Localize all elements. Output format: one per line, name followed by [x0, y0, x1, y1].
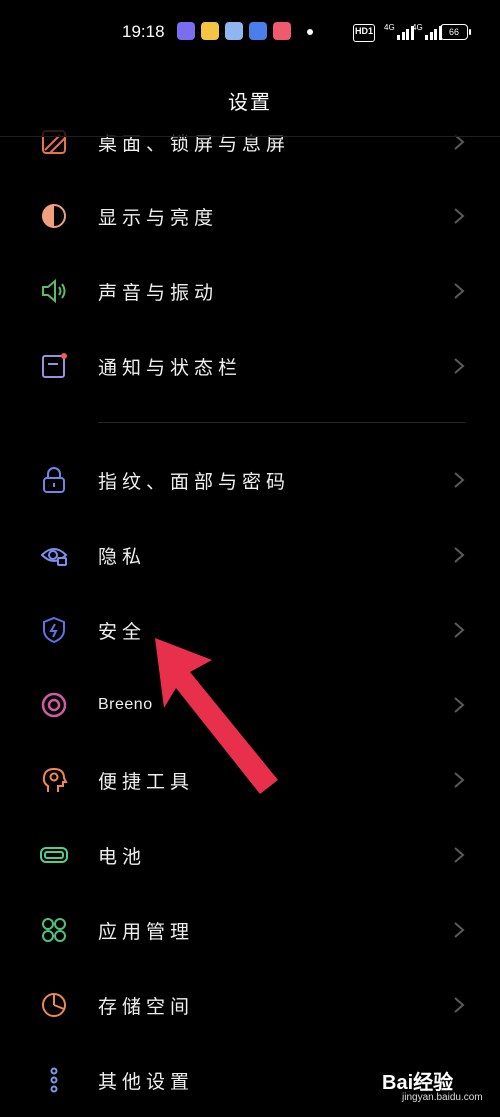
- baidu-jingyan-watermark: Bai经验 jingyan.baidu.com: [382, 1064, 500, 1108]
- chevron-right-icon: [454, 547, 465, 563]
- chevron-right-icon: [454, 472, 465, 488]
- chevron-right-icon: [454, 772, 465, 788]
- apps-icon: [42, 918, 66, 942]
- settings-item-label: 显示与亮度: [98, 207, 219, 229]
- chevron-right-icon: [454, 622, 465, 638]
- speaker-icon: [42, 278, 66, 304]
- settings-item-label: 应用管理: [98, 921, 195, 943]
- signal-icon: 4G: [412, 24, 442, 40]
- chevron-right-icon: [454, 283, 465, 299]
- settings-item-label: 便捷工具: [98, 771, 195, 793]
- settings-item-label: 指纹、面部与密码: [98, 471, 291, 493]
- chevron-right-icon: [454, 847, 465, 863]
- more-icon: [50, 1067, 58, 1093]
- storage-pie-icon: [42, 993, 66, 1017]
- page-title-overlay: 设置: [228, 90, 272, 114]
- settings-item-tools[interactable]: 便捷工具: [0, 743, 500, 817]
- settings-item-label: 电池: [98, 846, 147, 868]
- chevron-right-icon: [454, 208, 465, 224]
- notification-icon: [42, 353, 67, 378]
- watermark-url: jingyan.baidu.com: [402, 1092, 483, 1103]
- chevron-right-icon: [454, 358, 465, 374]
- privacy-eye-icon: [40, 548, 68, 566]
- battery-status-icon: 66: [440, 24, 471, 40]
- settings-item-app-management[interactable]: 应用管理: [0, 893, 500, 967]
- baidu-notification-icon: [249, 22, 267, 40]
- chevron-right-icon: [454, 697, 465, 713]
- display-icon: [42, 204, 66, 228]
- settings-item-display[interactable]: 显示与亮度: [0, 179, 500, 253]
- signal-icon: 4G: [384, 24, 414, 40]
- app-notification-icon: [225, 22, 243, 40]
- weibo-notification-icon: [201, 22, 219, 40]
- breeno-icon: [41, 692, 67, 718]
- settings-item-label: 其他设置: [98, 1071, 195, 1093]
- watermark-logo-text: Bai经验: [382, 1072, 454, 1094]
- battery-icon: [40, 847, 68, 863]
- header-divider: [0, 136, 500, 137]
- status-bar-overlay: 19:18 HD1 4G 4G 66: [0, 0, 500, 66]
- lock-icon: [43, 467, 65, 493]
- more-notifications-dot: [307, 29, 313, 35]
- tools-head-icon: [42, 767, 68, 792]
- hd-voice-icon: HD1: [353, 24, 375, 42]
- chevron-right-icon: [454, 922, 465, 938]
- settings-item-privacy[interactable]: 隐私: [0, 518, 500, 592]
- settings-item-label: 声音与振动: [98, 282, 219, 304]
- settings-item-battery[interactable]: 电池: [0, 818, 500, 892]
- settings-list: 桌面、锁屏与息屏 显示与亮度 声音与振动 通知与状态栏 指纹、面部与密码 隐私 …: [0, 0, 500, 1111]
- settings-item-fingerprint-face-password[interactable]: 指纹、面部与密码: [0, 443, 500, 517]
- settings-item-breeno[interactable]: Breeno: [0, 668, 500, 742]
- settings-item-label: 存储空间: [98, 996, 195, 1018]
- section-divider: [98, 422, 466, 423]
- chevron-right-icon: [454, 997, 465, 1013]
- settings-item-label: 安全: [98, 621, 147, 643]
- app-notification-icon: [273, 22, 291, 40]
- status-time: 19:18: [122, 22, 165, 41]
- app-notification-icon: [177, 22, 195, 40]
- shield-icon: [43, 616, 65, 644]
- settings-item-security[interactable]: 安全: [0, 593, 500, 667]
- settings-item-sound[interactable]: 声音与振动: [0, 254, 500, 328]
- settings-item-storage[interactable]: 存储空间: [0, 968, 500, 1042]
- settings-item-label: Breeno: [98, 696, 153, 713]
- settings-item-label: 隐私: [98, 546, 147, 568]
- settings-item-notifications[interactable]: 通知与状态栏: [0, 329, 500, 403]
- settings-item-label: 通知与状态栏: [98, 357, 243, 379]
